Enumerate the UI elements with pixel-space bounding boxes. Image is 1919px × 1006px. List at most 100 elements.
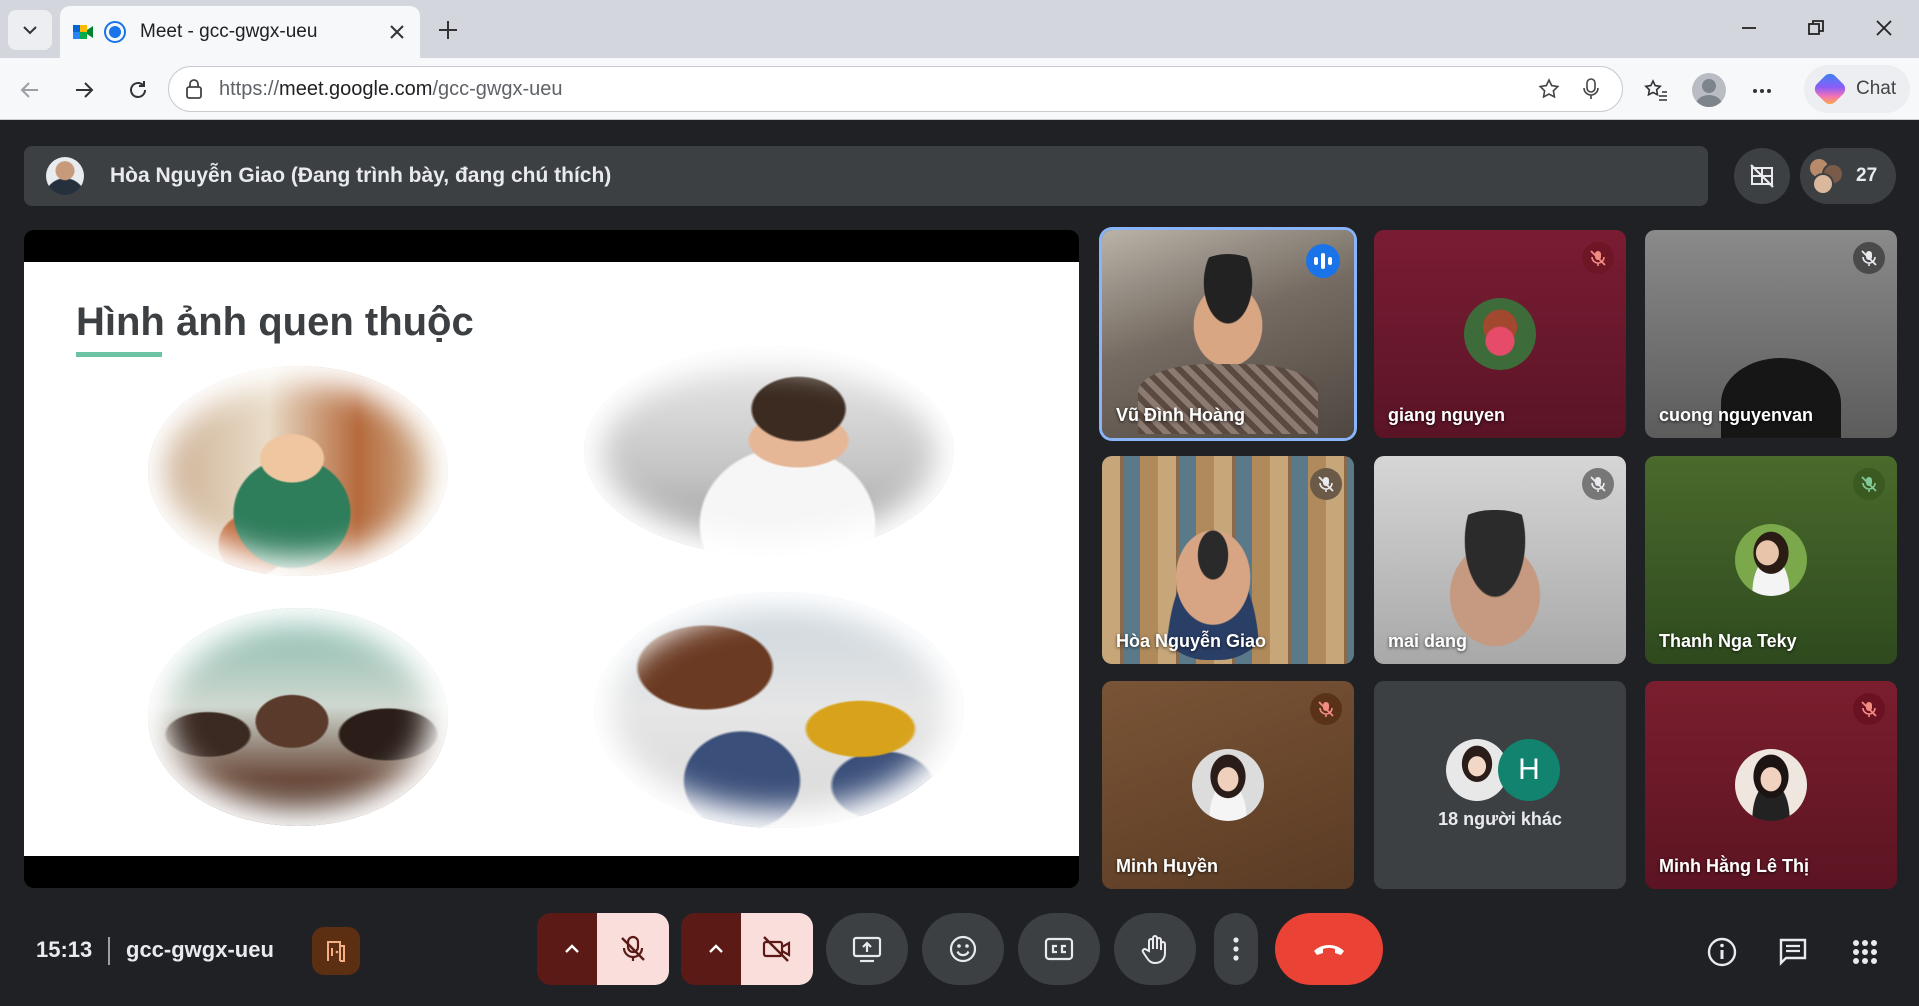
browser-tab-meet[interactable]: Meet - gcc-gwgx-ueu <box>60 6 420 58</box>
participant-name: mai dang <box>1388 631 1468 651</box>
participant-tile[interactable]: giang nguyen <box>1374 230 1626 438</box>
other-participant-letter-avatar: H <box>1498 739 1560 801</box>
participant-tile[interactable]: Vũ Đình Hoàng <box>1102 230 1354 438</box>
presenter-avatar <box>46 157 84 195</box>
end-call-icon <box>1314 945 1344 955</box>
raise-hand-button[interactable] <box>1114 913 1196 985</box>
tab-close-button[interactable] <box>384 19 410 45</box>
arrow-right-icon <box>76 82 94 98</box>
slide-photo-mother-and-son <box>594 592 964 828</box>
participant-avatar <box>1735 749 1807 821</box>
participants-button[interactable]: 27 <box>1800 148 1896 204</box>
minimize-button[interactable] <box>1723 8 1775 48</box>
speaking-indicator-icon <box>1306 244 1340 278</box>
microphone-toggle-button[interactable] <box>597 913 669 985</box>
activities-button[interactable] <box>1842 929 1888 975</box>
google-meet-logo-icon <box>73 25 93 39</box>
participant-name: Vũ Đình Hoàng <box>1116 405 1245 425</box>
participant-tile[interactable]: cuong nguyenvan <box>1645 230 1897 438</box>
hide-tiles-button[interactable] <box>1734 148 1790 204</box>
tiles-off-icon <box>1750 164 1774 188</box>
divider <box>108 937 110 965</box>
info-icon <box>1707 937 1737 967</box>
reload-button[interactable] <box>118 70 158 110</box>
close-icon <box>1876 20 1892 36</box>
favorite-star-button[interactable] <box>1532 72 1566 106</box>
muted-icon <box>1582 242 1614 274</box>
camera-toggle-button[interactable] <box>741 913 813 985</box>
restore-icon <box>1808 20 1824 35</box>
more-horizontal-icon <box>1753 89 1771 93</box>
meeting-controls: 15:13 gcc-gwgx-ueu <box>0 905 1919 1005</box>
participant-tile[interactable]: Thanh Nga Teky <box>1645 456 1897 664</box>
muted-icon <box>1853 693 1885 725</box>
microphone-icon <box>1583 78 1599 99</box>
url-host: meet.google.com <box>279 77 433 100</box>
reactions-button[interactable] <box>922 913 1004 985</box>
close-icon <box>390 25 404 39</box>
presenter-banner: Hòa Nguyễn Giao (Đang trình bày, đang ch… <box>24 146 1708 206</box>
leave-call-button[interactable] <box>1275 913 1383 985</box>
shared-slide: Hình ảnh quen thuộc <box>24 262 1079 856</box>
participant-name: giang nguyen <box>1388 405 1505 425</box>
participant-avatar <box>1464 298 1536 370</box>
more-options-button[interactable] <box>1214 913 1258 985</box>
participant-video <box>1721 358 1841 438</box>
copilot-chat-button[interactable]: Chat <box>1804 65 1910 113</box>
lock-icon <box>186 79 202 99</box>
door-icon <box>327 941 345 962</box>
tab-list-button[interactable] <box>8 10 52 50</box>
participant-name: Minh Hằng Lê Thị <box>1659 856 1809 876</box>
others-count-label: 18 người khác <box>1438 809 1562 829</box>
chat-button[interactable] <box>1770 929 1816 975</box>
raise-hand-icon <box>1141 935 1166 965</box>
participant-name: Hòa Nguyễn Giao <box>1116 631 1267 651</box>
back-button[interactable] <box>10 70 50 110</box>
meeting-code: gcc-gwgx-ueu <box>126 937 274 962</box>
plus-icon <box>439 21 457 39</box>
unmuted-microphone-icon <box>1853 468 1885 500</box>
close-window-button[interactable] <box>1858 8 1910 48</box>
favorites-button[interactable] <box>1636 71 1676 111</box>
participant-name: cuong nguyenvan <box>1659 405 1814 425</box>
participant-tile[interactable]: Hòa Nguyễn Giao <box>1102 456 1354 664</box>
address-bar[interactable]: https://meet.google.com/gcc-gwgx-ueu <box>168 66 1623 112</box>
forward-button[interactable] <box>64 70 104 110</box>
browser-tab-strip: Meet - gcc-gwgx-ueu <box>0 0 1919 58</box>
recording-indicator-icon <box>104 21 126 43</box>
voice-search-button[interactable] <box>1574 72 1608 106</box>
favorites-list-icon <box>1644 79 1667 101</box>
chat-icon <box>1779 938 1807 966</box>
reload-icon <box>130 81 146 98</box>
arrow-left-icon <box>20 82 38 98</box>
camera-off-icon <box>762 936 791 962</box>
captions-button[interactable] <box>1018 913 1100 985</box>
chevron-down-icon <box>23 26 37 35</box>
muted-icon <box>1582 468 1614 500</box>
participant-count: 27 <box>1856 165 1878 186</box>
new-tab-button[interactable] <box>430 14 466 46</box>
site-info-button[interactable] <box>181 76 207 102</box>
slide-photo-girl-eating-with-tablet <box>148 366 448 576</box>
meeting-details-button[interactable] <box>1699 929 1745 975</box>
host-controls-button[interactable] <box>312 927 360 975</box>
profile-avatar[interactable] <box>1692 73 1726 107</box>
slide-title: Hình ảnh quen thuộc <box>76 300 474 344</box>
url-text[interactable]: https://meet.google.com/gcc-gwgx-ueu <box>219 78 1532 101</box>
presenter-banner-text: Hòa Nguyễn Giao (Đang trình bày, đang ch… <box>110 164 612 187</box>
restore-button[interactable] <box>1790 8 1842 48</box>
present-screen-button[interactable] <box>826 913 908 985</box>
settings-more-button[interactable] <box>1742 71 1782 111</box>
chevron-up-icon <box>565 944 579 953</box>
participant-tile[interactable]: Minh Hằng Lê Thị <box>1645 681 1897 889</box>
star-icon <box>1538 78 1560 99</box>
participant-tile[interactable]: mai dang <box>1374 456 1626 664</box>
emoji-icon <box>949 935 977 963</box>
slide-photo-children-with-devices <box>148 608 448 826</box>
present-to-all-icon <box>852 936 882 963</box>
others-tile[interactable]: H 18 người khác <box>1374 681 1626 889</box>
participant-tile[interactable]: Minh Huyền <box>1102 681 1354 889</box>
more-vertical-icon <box>1233 937 1239 961</box>
meeting-clock: 15:13 <box>36 937 93 962</box>
slide-photo-boy-with-phone <box>584 346 954 556</box>
